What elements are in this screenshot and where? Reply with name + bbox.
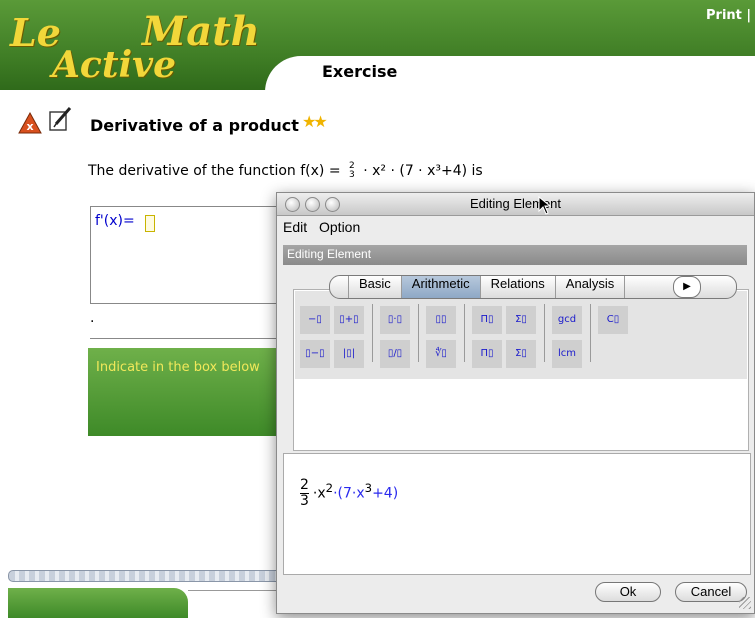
formula-fraction: 23 [300, 478, 309, 509]
svg-text:x: x [26, 120, 33, 133]
root-button[interactable]: ∜▯ [426, 340, 456, 368]
question-fraction: 23 [349, 162, 355, 180]
app-header: Le Math Active Print | Exercise [0, 0, 755, 96]
formula-x: ·x [312, 485, 326, 502]
star-icon: ★★ [302, 112, 328, 131]
tab-spacer [330, 276, 349, 298]
power-button[interactable]: ▯▯ [426, 306, 456, 334]
hint-text: Indicate in the box below [96, 360, 260, 375]
dialog-titlebar[interactable]: Editing Element [277, 193, 754, 216]
answer-placeholder[interactable] [145, 215, 155, 232]
resize-grip-icon[interactable] [739, 597, 751, 609]
next-tab-arrow-icon[interactable]: ▶ [673, 276, 701, 298]
lcm-button[interactable]: lcm [552, 340, 582, 368]
ok-button[interactable]: Ok [595, 582, 661, 602]
edit-icon[interactable] [48, 106, 74, 132]
mouse-pointer-icon [538, 196, 552, 215]
formula-paren: ·(7·x [333, 485, 365, 502]
tab-relations[interactable]: Relations [481, 276, 556, 298]
gcd-button[interactable]: gcd [552, 306, 582, 334]
hint-panel: Indicate in the box below [88, 348, 280, 436]
palette-separator [544, 304, 545, 362]
answer-dot: . [90, 310, 95, 326]
horizontal-scrollbar[interactable] [8, 570, 282, 582]
product-button[interactable]: Π▯ [472, 306, 502, 334]
formula-plus4: +4) [372, 485, 399, 502]
plus-button[interactable]: ▯+▯ [334, 306, 364, 334]
palette-separator [590, 304, 591, 362]
section-title: Exercise [322, 62, 398, 81]
tab-basic[interactable]: Basic [349, 276, 402, 298]
editing-element-dialog: Editing Element Edit Option Editing Elem… [276, 192, 755, 614]
bottom-tab[interactable] [8, 588, 188, 618]
bottom-divider [188, 590, 288, 591]
formula-display: 2 3 ·x2·(7·x3+4) [296, 478, 398, 509]
abs-button[interactable]: |▯| [334, 340, 364, 368]
palette-separator [418, 304, 419, 362]
divider [90, 338, 280, 339]
cancel-button[interactable]: Cancel [675, 582, 747, 602]
formula-exponent-2: 2 [325, 480, 334, 495]
palette-separator [464, 304, 465, 362]
logo-active: Active [52, 44, 176, 86]
dialog-menubar: Edit Option [277, 216, 754, 238]
formula-exponent-3: 3 [364, 480, 373, 495]
binomial-button[interactable]: C▯ [598, 306, 628, 334]
palette-separator [372, 304, 373, 362]
delete-icon[interactable]: x [18, 112, 42, 134]
question-text: The derivative of the function f(x) = 23… [88, 162, 483, 180]
tab-arithmetic[interactable]: Arithmetic [401, 276, 481, 298]
formula-numerator: 2 [300, 477, 309, 494]
product-range-button[interactable]: Π▯ [472, 340, 502, 368]
exercise-title: Derivative of a product [90, 116, 299, 135]
question-suffix: · x² · (7 · x³+4) is [363, 163, 483, 179]
menu-option[interactable]: Option [319, 219, 360, 235]
formula-denominator: 3 [300, 493, 309, 509]
section-label: Editing Element [287, 247, 372, 261]
negate-button[interactable]: −▯ [300, 306, 330, 334]
sum-button[interactable]: Σ▯ [506, 306, 536, 334]
times-button[interactable]: ▯·▯ [380, 306, 410, 334]
minus-button[interactable]: ▯−▯ [300, 340, 330, 368]
formula-editor[interactable]: 2 3 ·x2·(7·x3+4) [283, 453, 751, 575]
answer-box[interactable]: f'(x)= [90, 206, 284, 304]
sum-range-button[interactable]: Σ▯ [506, 340, 536, 368]
print-link[interactable]: Print | [706, 8, 751, 23]
fraction-denominator: 3 [349, 170, 355, 180]
menu-edit[interactable]: Edit [283, 219, 307, 235]
answer-label: f'(x)= [95, 213, 135, 229]
tab-analysis[interactable]: Analysis [556, 276, 626, 298]
question-prefix: The derivative of the function f(x) = [88, 163, 341, 179]
fraction-button[interactable]: ▯/▯ [380, 340, 410, 368]
section-header: Editing Element [283, 245, 747, 265]
dialog-title: Editing Element [469, 196, 562, 211]
symbol-palette: −▯ ▯+▯ ▯·▯ ▯▯ Π▯ Σ▯ gcd C▯ ▯−▯ |▯| ▯/▯ ∜… [293, 289, 749, 451]
